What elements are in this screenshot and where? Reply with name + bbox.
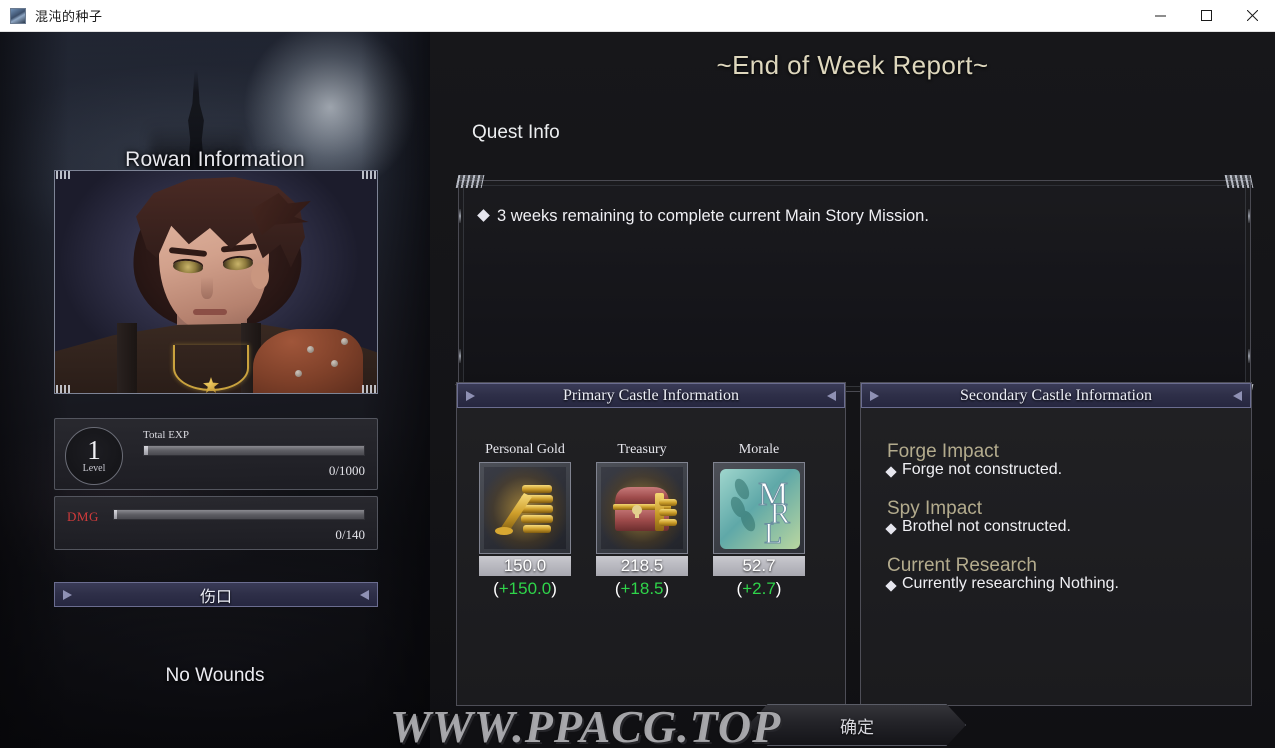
page-title: Rowan Information — [125, 148, 305, 171]
bullet-diamond-icon — [885, 580, 897, 592]
current-research-block: Current Research Currently researching N… — [885, 555, 1119, 593]
arrow-right-icon — [827, 390, 836, 401]
ornament-tick-icon — [1248, 349, 1250, 363]
frame-corner-icon — [56, 385, 70, 393]
rowan-portrait — [55, 171, 377, 393]
resource-delta: (+150.0) — [493, 579, 557, 598]
minimize-button[interactable] — [1137, 0, 1183, 32]
section-item-text: Brothel not constructed. — [902, 518, 1071, 535]
svg-text:L: L — [764, 517, 782, 550]
report-title: ~End of Week Report~ — [716, 50, 989, 80]
confirm-button-label: 确定 — [840, 717, 874, 738]
resource-value: 52.7 — [713, 556, 805, 576]
wounds-header-label: 伤口 — [199, 588, 232, 606]
secondary-castle-body: Forge Impact Forge not constructed. Spy … — [861, 408, 1251, 705]
primary-castle-body: Personal Gold 150.0 (+150.0) Treasury 21… — [457, 408, 845, 705]
gold-coins-icon — [479, 462, 571, 554]
resource-delta-number: +18.5 — [620, 579, 664, 598]
section-item-text: Currently researching Nothing. — [902, 575, 1119, 592]
quest-item-text: 3 weeks remaining to complete current Ma… — [497, 207, 929, 225]
game-stage: Rowan Information 1 Level Total EXP 0/10… — [0, 32, 1275, 748]
app-icon — [10, 7, 26, 24]
exp-value: 0/1000 — [328, 463, 365, 478]
resource-row: Personal Gold 150.0 (+150.0) Treasury 21… — [479, 442, 805, 599]
frame-corner-icon — [362, 385, 376, 393]
resource-value: 150.0 — [479, 556, 571, 576]
dmg-label: DMG — [67, 509, 99, 524]
spy-impact-block: Spy Impact Brothel not constructed. — [885, 498, 1071, 536]
wounds-header[interactable]: 伤口 — [54, 582, 378, 607]
section-heading: Spy Impact — [887, 498, 983, 519]
resource-label: Personal Gold — [485, 442, 565, 457]
arrow-left-icon — [63, 589, 72, 600]
ornament-corner-icon — [1224, 175, 1254, 188]
frame-corner-icon — [56, 171, 70, 179]
report-panel: ~End of Week Report~ Quest Info 3 weeks … — [430, 32, 1275, 748]
window-titlebar: 混沌的种子 — [0, 0, 1275, 32]
arrow-right-icon — [360, 589, 369, 600]
site-watermark: WWW.PPACG.TOP — [390, 701, 782, 748]
primary-castle-panel: Primary Castle Information Personal Gold — [456, 382, 846, 706]
frame-corner-icon — [362, 171, 376, 179]
forge-impact-block: Forge Impact Forge not constructed. — [885, 441, 1063, 479]
resource-delta-number: +150.0 — [498, 579, 552, 598]
exp-bar — [143, 445, 365, 456]
section-item-text: Forge not constructed. — [902, 461, 1063, 478]
close-button[interactable] — [1229, 0, 1275, 32]
resource-label: Treasury — [617, 442, 667, 457]
level-badge: 1 Level — [65, 427, 123, 485]
arrow-left-icon — [466, 390, 475, 401]
treasure-chest-icon — [596, 462, 688, 554]
quest-info-label: Quest Info — [472, 122, 560, 143]
bullet-diamond-icon — [885, 466, 897, 478]
section-item: Forge not constructed. — [885, 461, 1063, 479]
resource-label: Morale — [738, 442, 780, 457]
dmg-value: 0/140 — [335, 527, 365, 542]
secondary-castle-panel: Secondary Castle Information Forge Impac… — [860, 382, 1252, 706]
primary-castle-header-label: Primary Castle Information — [563, 386, 739, 404]
resource-morale: Morale M R L 52.7 (+2.7) — [713, 442, 805, 599]
secondary-castle-header[interactable]: Secondary Castle Information — [861, 383, 1251, 408]
level-value: 1 — [87, 434, 101, 465]
section-item: Currently researching Nothing. — [885, 575, 1119, 593]
avatar — [54, 170, 378, 394]
exp-bar-fill — [144, 446, 148, 455]
quest-info-box: 3 weeks remaining to complete current Ma… — [455, 175, 1254, 397]
window-title: 混沌的种子 — [35, 10, 103, 25]
primary-castle-header[interactable]: Primary Castle Information — [457, 383, 845, 408]
resource-delta: (+18.5) — [614, 579, 670, 598]
section-heading: Current Research — [887, 555, 1037, 576]
resource-value: 218.5 — [596, 556, 688, 576]
experience-box: 1 Level Total EXP 0/1000 — [54, 418, 378, 490]
resource-treasury: Treasury 218.5 (+18.5) — [596, 442, 688, 599]
secondary-castle-header-label: Secondary Castle Information — [960, 386, 1152, 404]
ornament-corner-icon — [455, 175, 485, 188]
ornament-tick-icon — [459, 209, 461, 223]
section-heading: Forge Impact — [887, 441, 999, 462]
wounds-empty-text: No Wounds — [165, 665, 265, 686]
window-controls — [1137, 0, 1275, 32]
level-label: Level — [82, 463, 106, 475]
arrow-left-icon — [870, 390, 879, 401]
resource-personal-gold: Personal Gold 150.0 (+150.0) — [479, 442, 571, 599]
maximize-button[interactable] — [1183, 0, 1229, 32]
section-item: Brothel not constructed. — [885, 518, 1071, 536]
character-panel: Rowan Information 1 Level Total EXP 0/10… — [0, 32, 430, 748]
dmg-bar — [113, 509, 365, 520]
morale-mrl-icon: M R L — [713, 462, 805, 554]
ornament-tick-icon — [459, 349, 461, 363]
bullet-diamond-icon — [885, 523, 897, 535]
ornament-tick-icon — [1248, 209, 1250, 223]
damage-box: DMG 0/140 — [54, 496, 378, 550]
arrow-right-icon — [1233, 390, 1242, 401]
resource-delta-number: +2.7 — [742, 579, 776, 598]
dmg-bar-fill — [114, 510, 117, 519]
resource-delta: (+2.7) — [736, 579, 782, 598]
exp-bar-label: Total EXP — [143, 429, 189, 441]
